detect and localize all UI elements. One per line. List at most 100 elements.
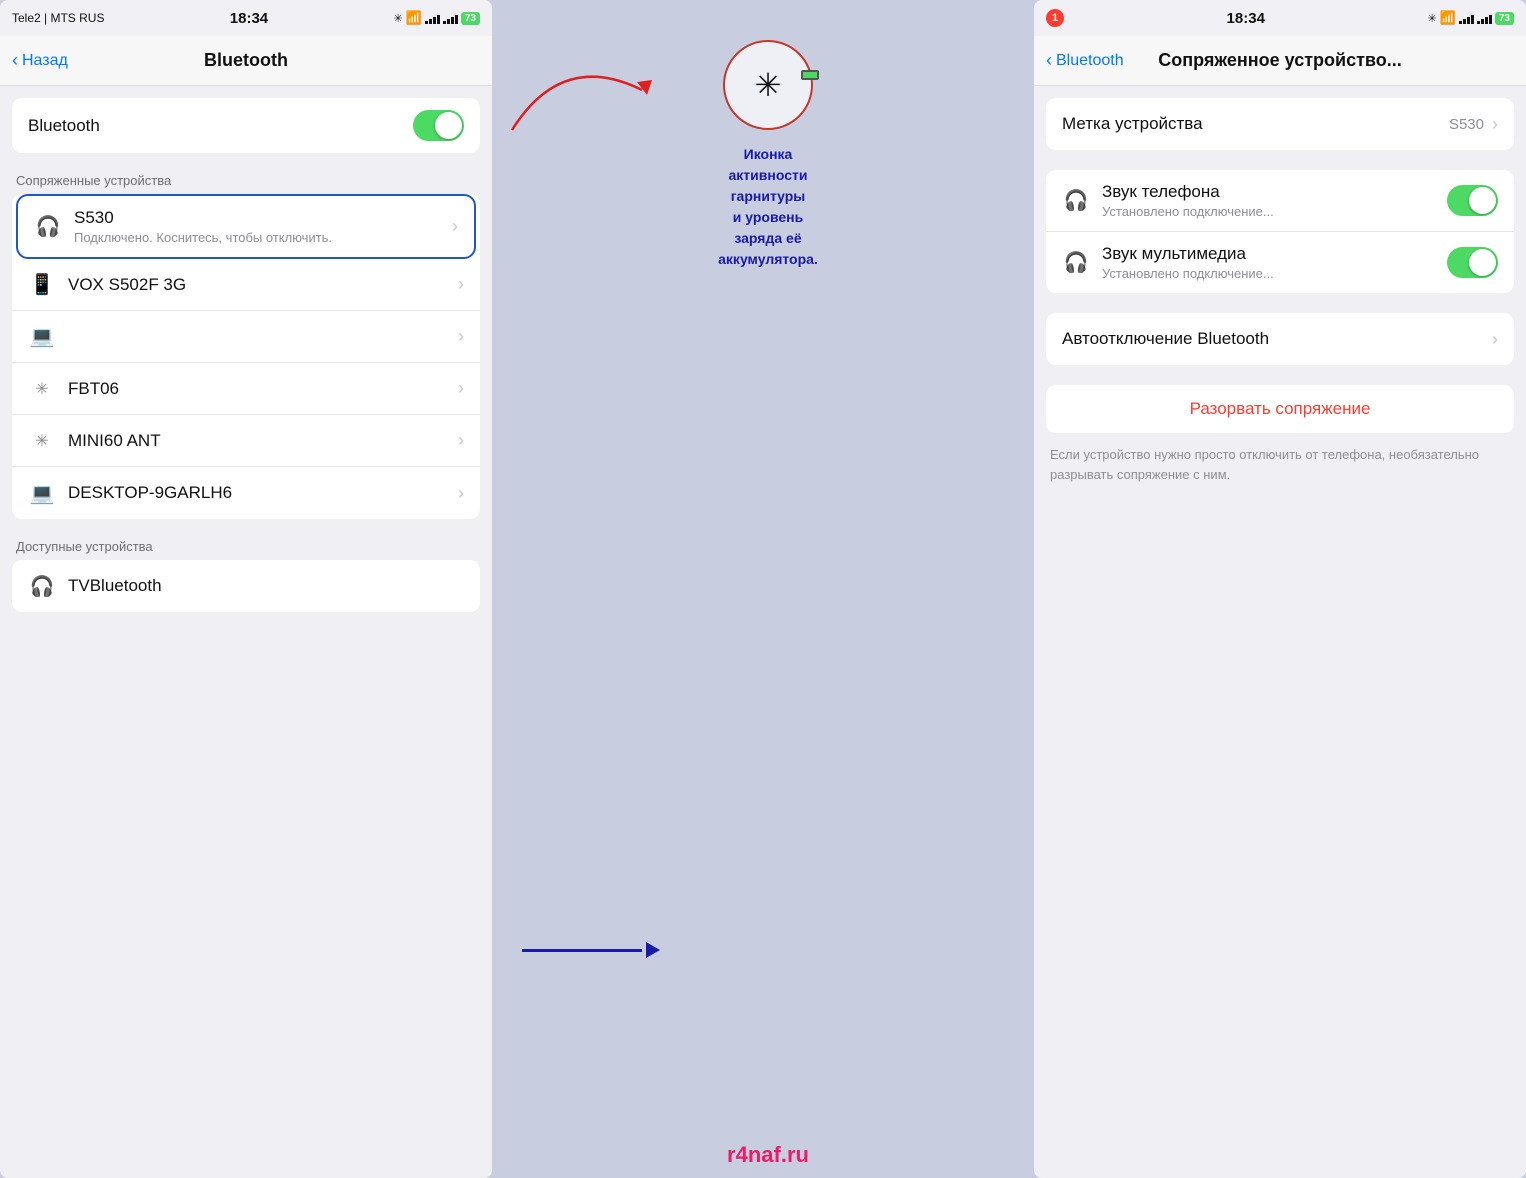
unknown-chevron-icon: › — [458, 326, 464, 347]
wifi-icon: 📶 — [406, 10, 422, 26]
mini60-chevron-icon: › — [458, 430, 464, 451]
device-item-fbt06[interactable]: ✳ FBT06 › — [12, 363, 480, 415]
right-signal-bars-2 — [1477, 12, 1492, 24]
tv-bluetooth-headphones-icon: 🎧 — [28, 574, 56, 599]
phone-sound-headphones-icon: 🎧 — [1062, 188, 1090, 213]
auto-disconnect-title: Автоотключение Bluetooth — [1062, 329, 1492, 349]
left-status-bar: Tele2 | MTS RUS 18:34 ✳ 📶 73 — [0, 0, 492, 36]
right-status-bar: 1 18:34 ✳ 📶 73 — [1034, 0, 1526, 36]
available-devices-section: Доступные устройства 🎧 TVBluetooth — [0, 539, 492, 612]
device-item-tvbluetooth[interactable]: 🎧 TVBluetooth — [12, 560, 480, 612]
signal-bars-2 — [443, 12, 458, 24]
right-back-chevron-icon: ‹ — [1046, 50, 1052, 71]
blue-arrow-right — [522, 942, 660, 958]
auto-disconnect-section: Автоотключение Bluetooth › — [1034, 313, 1526, 365]
device-label-chevron-icon: › — [1492, 114, 1498, 135]
fbt06-chevron-icon: › — [458, 378, 464, 399]
right-time-display: 18:34 — [1227, 10, 1265, 27]
bluetooth-toggle-switch[interactable] — [413, 110, 464, 141]
right-page-title: Сопряженное устройство... — [1158, 50, 1402, 71]
notification-badge: 1 — [1046, 9, 1064, 27]
device-label-row[interactable]: Метка устройства S530 › — [1046, 98, 1514, 150]
vox-name: VOX S502F 3G — [68, 275, 458, 295]
right-phone-screen: 1 18:34 ✳ 📶 73 ‹ Bluetooth Сопряженное — [1034, 0, 1526, 1178]
paired-section-label: Сопряженные устройства — [0, 173, 492, 194]
mini60-name: MINI60 ANT — [68, 431, 458, 451]
s530-chevron-icon: › — [452, 216, 458, 237]
right-wifi-icon: 📶 — [1440, 10, 1456, 26]
disconnect-button-label: Разорвать сопряжение — [1190, 399, 1371, 418]
battery-badge: 73 — [461, 12, 480, 25]
vox-phone-icon: 📱 — [28, 272, 56, 297]
desktop-text: DESKTOP-9GARLH6 — [68, 483, 458, 503]
carrier-text: Tele2 | MTS RUS — [12, 11, 104, 25]
media-sound-toggle[interactable] — [1447, 247, 1498, 278]
device-item-mini60[interactable]: ✳ MINI60 ANT › — [12, 415, 480, 467]
media-sound-title: Звук мультимедиа — [1102, 244, 1447, 264]
right-screen-content: Метка устройства S530 › 🎧 — [1034, 86, 1526, 1178]
media-sound-headphones-icon: 🎧 — [1062, 250, 1090, 275]
right-bluetooth-icon: ✳ — [1427, 12, 1436, 25]
sound-settings-section: 🎧 Звук телефона Установлено подключение.… — [1034, 170, 1526, 293]
auto-disconnect-text: Автоотключение Bluetooth — [1062, 329, 1492, 349]
auto-disconnect-row[interactable]: Автоотключение Bluetooth › — [1046, 313, 1514, 365]
mini60-text: MINI60 ANT — [68, 431, 458, 451]
right-back-label: Bluetooth — [1056, 52, 1124, 70]
s530-text: S530 Подключено. Коснитесь, чтобы отключ… — [74, 208, 452, 245]
back-button[interactable]: ‹ Назад — [12, 50, 68, 71]
left-screen-content: Bluetooth Сопряженные устройства 🎧 S530 … — [0, 86, 492, 1178]
device-label-card: Метка устройства S530 › — [1046, 98, 1514, 150]
annotation-text: Иконка активности гарнитуры и уровень за… — [718, 144, 818, 270]
phone-sound-toggle[interactable] — [1447, 185, 1498, 216]
bluetooth-activity-icon-circle: ✳ — [723, 40, 813, 130]
right-battery-badge: 73 — [1495, 12, 1514, 25]
phone-sound-row: 🎧 Звук телефона Установлено подключение.… — [1046, 170, 1514, 232]
s530-headphones-icon: 🎧 — [34, 214, 62, 239]
media-sound-subtitle: Установлено подключение... — [1102, 266, 1447, 281]
bluetooth-status-icon: ✳ — [393, 12, 402, 25]
desktop-chevron-icon: › — [458, 483, 464, 504]
status-icons: ✳ 📶 73 — [393, 10, 480, 26]
device-item-vox[interactable]: 📱 VOX S502F 3G › — [12, 259, 480, 311]
phone-sound-toggle-knob — [1469, 187, 1496, 214]
paired-devices-list: 🎧 S530 Подключено. Коснитесь, чтобы откл… — [12, 194, 480, 519]
desktop-laptop-icon: 💻 — [28, 481, 56, 506]
right-back-button[interactable]: ‹ Bluetooth — [1046, 50, 1124, 71]
unknown-laptop-icon: 💻 — [28, 324, 56, 349]
device-item-s530[interactable]: 🎧 S530 Подключено. Коснитесь, чтобы откл… — [16, 194, 476, 259]
right-status-icons: ✳ 📶 73 — [1427, 10, 1514, 26]
left-nav-bar: ‹ Назад Bluetooth — [0, 36, 492, 86]
media-sound-toggle-knob — [1469, 249, 1496, 276]
page-title: Bluetooth — [204, 50, 288, 71]
tvbluetooth-text: TVBluetooth — [68, 576, 464, 596]
paired-devices-section: Сопряженные устройства 🎧 S530 Подключено… — [0, 173, 492, 519]
media-sound-text: Звук мультимедиа Установлено подключение… — [1102, 244, 1447, 281]
device-item-unknown[interactable]: 💻 › — [12, 311, 480, 363]
fbt06-text: FBT06 — [68, 379, 458, 399]
vox-chevron-icon: › — [458, 274, 464, 295]
toggle-knob — [435, 112, 462, 139]
device-label-title: Метка устройства — [1062, 114, 1449, 134]
device-item-desktop[interactable]: 💻 DESKTOP-9GARLH6 › — [12, 467, 480, 519]
right-signal-bars-1 — [1459, 12, 1474, 24]
phone-sound-subtitle: Установлено подключение... — [1102, 204, 1447, 219]
s530-name: S530 — [74, 208, 452, 228]
bluetooth-toggle-row: Bluetooth — [12, 98, 480, 153]
device-label-value-area: S530 › — [1449, 114, 1498, 135]
time-display: 18:34 — [230, 10, 268, 27]
phone-sound-text: Звук телефона Установлено подключение... — [1102, 182, 1447, 219]
battery-level-indicator — [801, 70, 819, 80]
s530-subtitle: Подключено. Коснитесь, чтобы отключить. — [74, 230, 452, 245]
disconnect-note: Если устройство нужно просто отключить о… — [1034, 445, 1526, 484]
right-nav-bar: ‹ Bluetooth Сопряженное устройство... — [1034, 36, 1526, 86]
media-sound-row: 🎧 Звук мультимедиа Установлено подключен… — [1046, 232, 1514, 293]
auto-disconnect-card: Автоотключение Bluetooth › — [1046, 313, 1514, 365]
device-label-value: S530 — [1449, 116, 1484, 133]
back-label: Назад — [22, 52, 68, 70]
back-chevron-icon: ‹ — [12, 50, 18, 71]
device-label-text: Метка устройства — [1062, 114, 1449, 134]
disconnect-button[interactable]: Разорвать сопряжение — [1046, 385, 1514, 433]
available-section-label: Доступные устройства — [0, 539, 492, 560]
fbt06-name: FBT06 — [68, 379, 458, 399]
watermark: r4naf.ru — [727, 1142, 809, 1168]
